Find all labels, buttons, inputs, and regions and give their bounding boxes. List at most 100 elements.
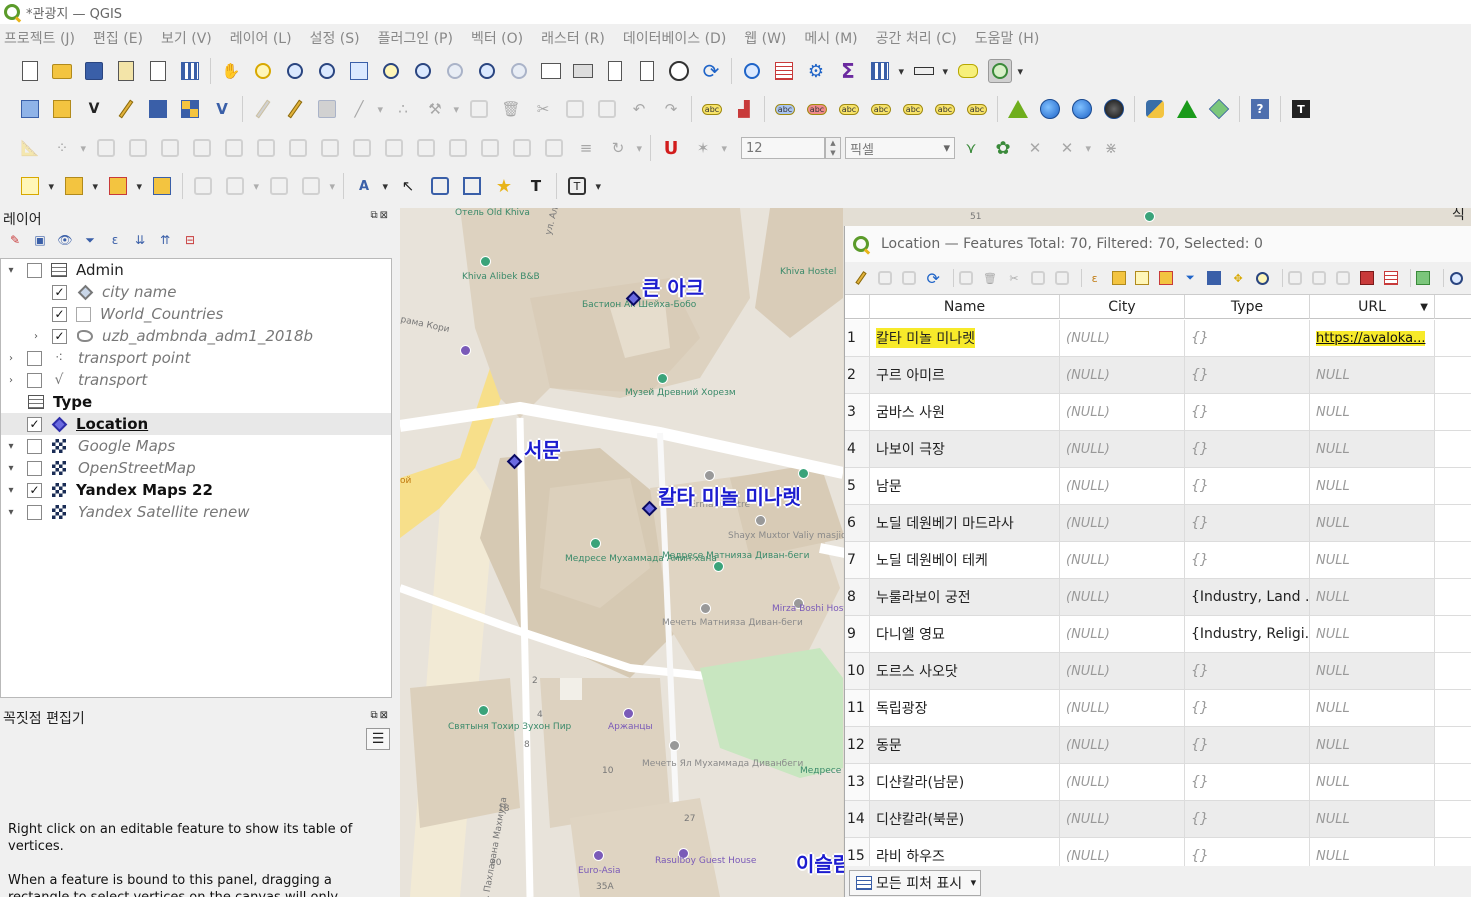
create-point-text-icon[interactable]: T — [524, 174, 548, 198]
annotation-form-icon[interactable] — [223, 174, 259, 198]
text-annotation-icon[interactable]: T — [565, 174, 601, 198]
layer-row-yandex-maps[interactable]: ▾ ✓ Yandex Maps 22 — [1, 479, 391, 501]
corner-header[interactable] — [845, 295, 870, 319]
paste-icon[interactable] — [1053, 269, 1070, 287]
type-cell[interactable]: {} — [1185, 320, 1310, 356]
city-cell[interactable]: (NULL) — [1060, 801, 1185, 837]
city-cell[interactable]: (NULL) — [1060, 653, 1185, 689]
type-cell[interactable]: {} — [1185, 542, 1310, 578]
move-label-icon[interactable]: abc — [869, 97, 893, 121]
modify-attributes-icon[interactable] — [467, 97, 491, 121]
collapse-arrow-icon[interactable]: ▾ — [6, 441, 16, 452]
reload-table-icon[interactable]: ⟳ — [925, 269, 942, 288]
menu-mesh[interactable]: 메시 (M) — [804, 28, 857, 48]
menu-edit[interactable]: 편집 (E) — [93, 28, 143, 48]
table-row[interactable]: 11 독립광장 (NULL) {} NULL — [845, 690, 1471, 727]
row-number-cell[interactable]: 8 — [845, 579, 870, 615]
column-header-city[interactable]: City — [1060, 295, 1185, 319]
url-cell[interactable]: NULL — [1310, 431, 1435, 467]
row-number-cell[interactable]: 13 — [845, 764, 870, 800]
dock-table-icon[interactable] — [1415, 269, 1432, 287]
city-cell[interactable]: (NULL) — [1060, 542, 1185, 578]
self-snapping-icon[interactable]: ✿ — [991, 136, 1015, 160]
new-project-icon[interactable] — [18, 59, 42, 83]
name-cell[interactable]: 디샨칼라(남문) — [870, 764, 1060, 800]
row-number-cell[interactable]: 6 — [845, 505, 870, 541]
table-row[interactable]: 6 노딜 데원베기 마드라사 (NULL) {} NULL — [845, 505, 1471, 542]
help-icon[interactable]: ? — [1248, 97, 1272, 121]
create-line-annotation-icon[interactable] — [460, 174, 484, 198]
type-cell[interactable]: {} — [1185, 357, 1310, 393]
layer-checkbox[interactable] — [27, 372, 42, 388]
collapse-arrow-icon[interactable]: ▾ — [6, 507, 16, 518]
info-poi-icon[interactable] — [704, 470, 715, 481]
layer-row-type[interactable]: Type — [1, 391, 391, 413]
text-plugin-icon[interactable]: T — [1289, 97, 1313, 121]
city-cell[interactable]: (NULL) — [1060, 838, 1185, 866]
row-number-cell[interactable]: 9 — [845, 616, 870, 652]
url-cell[interactable]: NULL — [1310, 394, 1435, 430]
delete-ring-icon[interactable] — [158, 136, 182, 160]
refresh-icon[interactable]: ⟳ — [699, 59, 723, 83]
expand-arrow-icon[interactable]: › — [6, 353, 16, 364]
show-bookmarks-icon[interactable] — [635, 59, 659, 83]
create-polygon-annotation-icon[interactable] — [428, 174, 452, 198]
reshape-icon[interactable] — [222, 136, 246, 160]
wfs-globe-icon[interactable] — [1070, 97, 1094, 121]
manage-themes-icon[interactable]: 👁 — [56, 232, 74, 248]
park-poi-icon[interactable] — [1144, 211, 1155, 222]
url-cell[interactable]: NULL — [1310, 616, 1435, 652]
layer-checkbox[interactable]: ✓ — [52, 328, 67, 344]
row-number-cell[interactable]: 5 — [845, 468, 870, 504]
city-cell[interactable]: (NULL) — [1060, 764, 1185, 800]
table-row[interactable]: 1 칼타 미놀 미나렛 (NULL) {} https://avaloka... — [845, 320, 1471, 357]
select-by-location-icon[interactable] — [150, 174, 174, 198]
simplify-icon[interactable] — [446, 136, 470, 160]
url-cell[interactable]: https://avaloka... — [1310, 320, 1435, 356]
url-cell[interactable]: NULL — [1310, 690, 1435, 726]
cad-tools-icon[interactable]: 📐 — [18, 136, 42, 160]
map-tips-icon[interactable] — [956, 59, 980, 83]
open-attribute-table-icon[interactable] — [772, 59, 796, 83]
measure-line-icon[interactable] — [912, 59, 948, 83]
layer-row-openstreetmap[interactable]: ▾ OpenStreetMap — [1, 457, 391, 479]
url-cell[interactable]: NULL — [1310, 764, 1435, 800]
redo-icon[interactable]: ↷ — [659, 97, 683, 121]
annotation-text-icon[interactable] — [191, 174, 215, 198]
shrine-poi-icon[interactable] — [478, 705, 489, 716]
url-cell[interactable]: NULL — [1310, 801, 1435, 837]
split-parts-icon[interactable] — [318, 136, 342, 160]
type-cell[interactable]: {Industry, Religi... — [1185, 616, 1310, 652]
menu-view[interactable]: 보기 (V) — [161, 28, 212, 48]
field-calculator-icon[interactable] — [1358, 269, 1375, 287]
identify-features-icon[interactable] — [740, 59, 764, 83]
type-cell[interactable]: {} — [1185, 690, 1310, 726]
menu-plugins[interactable]: 플러그인 (P) — [378, 28, 453, 48]
layer-stack-icon[interactable] — [1207, 97, 1231, 121]
table-row[interactable]: 3 굼바스 사원 (NULL) {} NULL — [845, 394, 1471, 431]
align-icon[interactable]: ≡ — [574, 136, 598, 160]
menu-help[interactable]: 도움말 (H) — [975, 28, 1040, 48]
new-virtual-layer-icon[interactable] — [146, 97, 170, 121]
modify-annotation-icon[interactable]: ↖ — [396, 174, 420, 198]
name-cell[interactable]: 남문 — [870, 468, 1060, 504]
collapse-arrow-icon[interactable]: ▾ — [6, 265, 16, 276]
filter-legend-icon[interactable]: ⏷ — [81, 232, 99, 248]
type-cell[interactable]: {} — [1185, 505, 1310, 541]
zoom-native-icon[interactable] — [443, 59, 467, 83]
zoom-full-icon[interactable] — [347, 59, 371, 83]
row-number-cell[interactable]: 15 — [845, 838, 870, 866]
expand-arrow-icon[interactable]: › — [6, 375, 16, 386]
layer-row-transport-point[interactable]: › ⁖ transport point — [1, 347, 391, 369]
locator-search-icon[interactable] — [988, 59, 1023, 83]
copy-icon[interactable] — [1029, 269, 1046, 287]
fill-ring-icon[interactable] — [126, 136, 150, 160]
collapse-arrow-icon[interactable]: ▾ — [6, 463, 16, 474]
new-map-view-icon[interactable] — [539, 59, 563, 83]
layout-manager-icon[interactable] — [146, 59, 170, 83]
madrasa-poi-icon[interactable] — [798, 468, 809, 479]
remove-layer-icon[interactable]: ⊟ — [181, 232, 199, 248]
layer-checkbox[interactable]: ✓ — [27, 416, 42, 432]
name-cell[interactable]: 디샨칼라(북문) — [870, 801, 1060, 837]
shop-poi-icon[interactable] — [593, 850, 604, 861]
